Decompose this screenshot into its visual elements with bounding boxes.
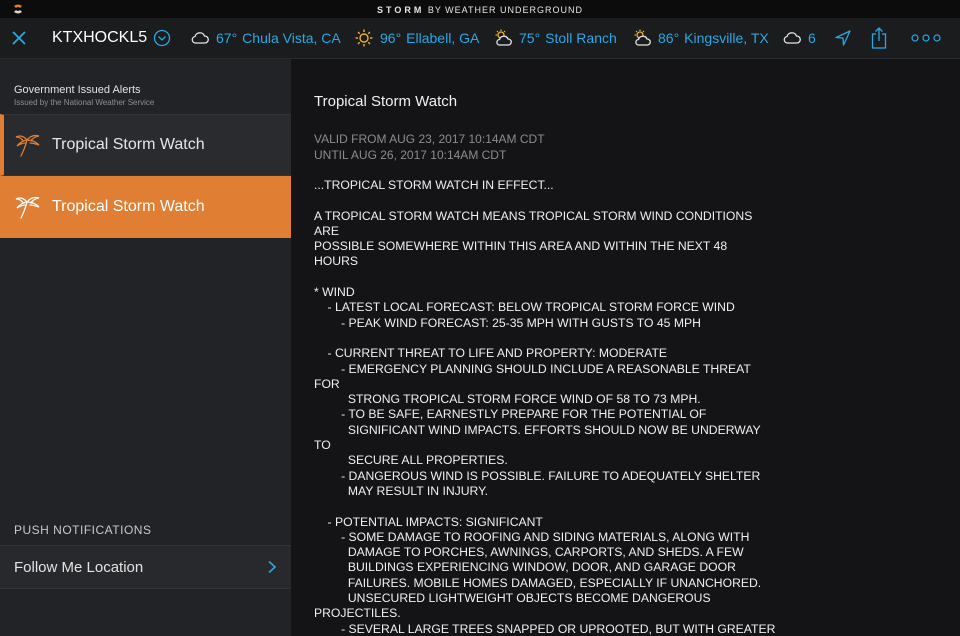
alert-item-label: Tropical Storm Watch (52, 198, 205, 215)
location-stoll-ranch[interactable]: 75° Stoll Ranch (493, 18, 617, 58)
alerts-sidebar: Government Issued Alerts Issued by the N… (0, 59, 299, 636)
locate-button[interactable] (834, 18, 852, 58)
app-title-rest: BY WEATHER UNDERGROUND (424, 5, 584, 15)
share-button[interactable] (870, 18, 888, 58)
location-temp: 67° (216, 30, 238, 46)
app-title-storm: STORM (376, 5, 425, 15)
follow-me-location-label: Follow Me Location (14, 558, 144, 576)
sun-icon (355, 29, 373, 47)
alert-detail-pane: Tropical Storm Watch VALID FROM AUG 23, … (291, 59, 960, 636)
alerts-header-subtitle: Issued by the National Weather Service (14, 98, 155, 107)
location-arrow-icon (835, 30, 851, 46)
push-notifications-heading: PUSH NOTIFICATIONS (14, 523, 152, 537)
cloud-icon (191, 32, 209, 44)
alert-item-label: Tropical Storm Watch (52, 136, 205, 153)
alert-item[interactable]: Tropical Storm Watch (0, 114, 291, 176)
location-temp: 96° (380, 30, 402, 46)
close-button[interactable] (8, 18, 30, 58)
storm-logo-icon (14, 4, 22, 14)
alert-validity: VALID FROM AUG 23, 2017 10:14AM CDT UNTI… (314, 131, 545, 163)
location-temp: 75° (519, 30, 541, 46)
alert-body-text: ...TROPICAL STORM WATCH IN EFFECT... A T… (314, 178, 776, 636)
station-id[interactable]: KTXHOCKL5 (52, 18, 147, 58)
partly-cloudy-icon (634, 29, 651, 46)
top-toolbar: KTXHOCKL5 67° Chula Vista, CA 96° Ellabell… (0, 18, 960, 59)
location-name: Stoll Ranch (545, 30, 617, 46)
palm-tree-icon (15, 134, 40, 157)
location-partial[interactable]: 6 (782, 18, 821, 58)
location-temp: 6 (808, 30, 816, 46)
location-kingsville[interactable]: 86° Kingsville, TX (632, 18, 769, 58)
more-icon (911, 34, 941, 42)
location-name: Kingsville, TX (684, 30, 769, 46)
chevron-down-circle-icon (153, 29, 171, 47)
station-dropdown-button[interactable] (153, 18, 171, 58)
location-name: Ellabell, GA (406, 30, 480, 46)
alerts-header-title: Government Issued Alerts (14, 84, 141, 96)
partly-cloudy-icon (495, 29, 512, 46)
location-temp: 86° (658, 30, 680, 46)
valid-from: VALID FROM AUG 23, 2017 10:14AM CDT (314, 132, 545, 146)
alert-item-selected[interactable]: Tropical Storm Watch (0, 176, 299, 238)
more-button[interactable] (910, 18, 942, 58)
close-icon (12, 31, 26, 45)
share-icon (871, 27, 887, 49)
cloud-icon (783, 32, 801, 44)
location-ellabell[interactable]: 96° Ellabell, GA (354, 18, 479, 58)
alert-title: Tropical Storm Watch (314, 93, 458, 110)
app-title: STORM BY WEATHER UNDERGROUND (377, 5, 583, 15)
location-chula-vista[interactable]: 67° Chula Vista, CA (190, 18, 341, 58)
alerts-header: Government Issued Alerts Issued by the N… (14, 84, 154, 107)
valid-until: UNTIL AUG 26, 2017 10:14AM CDT (314, 148, 507, 162)
follow-me-location-row[interactable]: Follow Me Location (0, 545, 291, 589)
chevron-right-icon (268, 560, 277, 574)
app-title-bar: STORM BY WEATHER UNDERGROUND (0, 0, 960, 18)
palm-tree-icon (15, 196, 40, 219)
location-name: Chula Vista, CA (242, 30, 341, 46)
